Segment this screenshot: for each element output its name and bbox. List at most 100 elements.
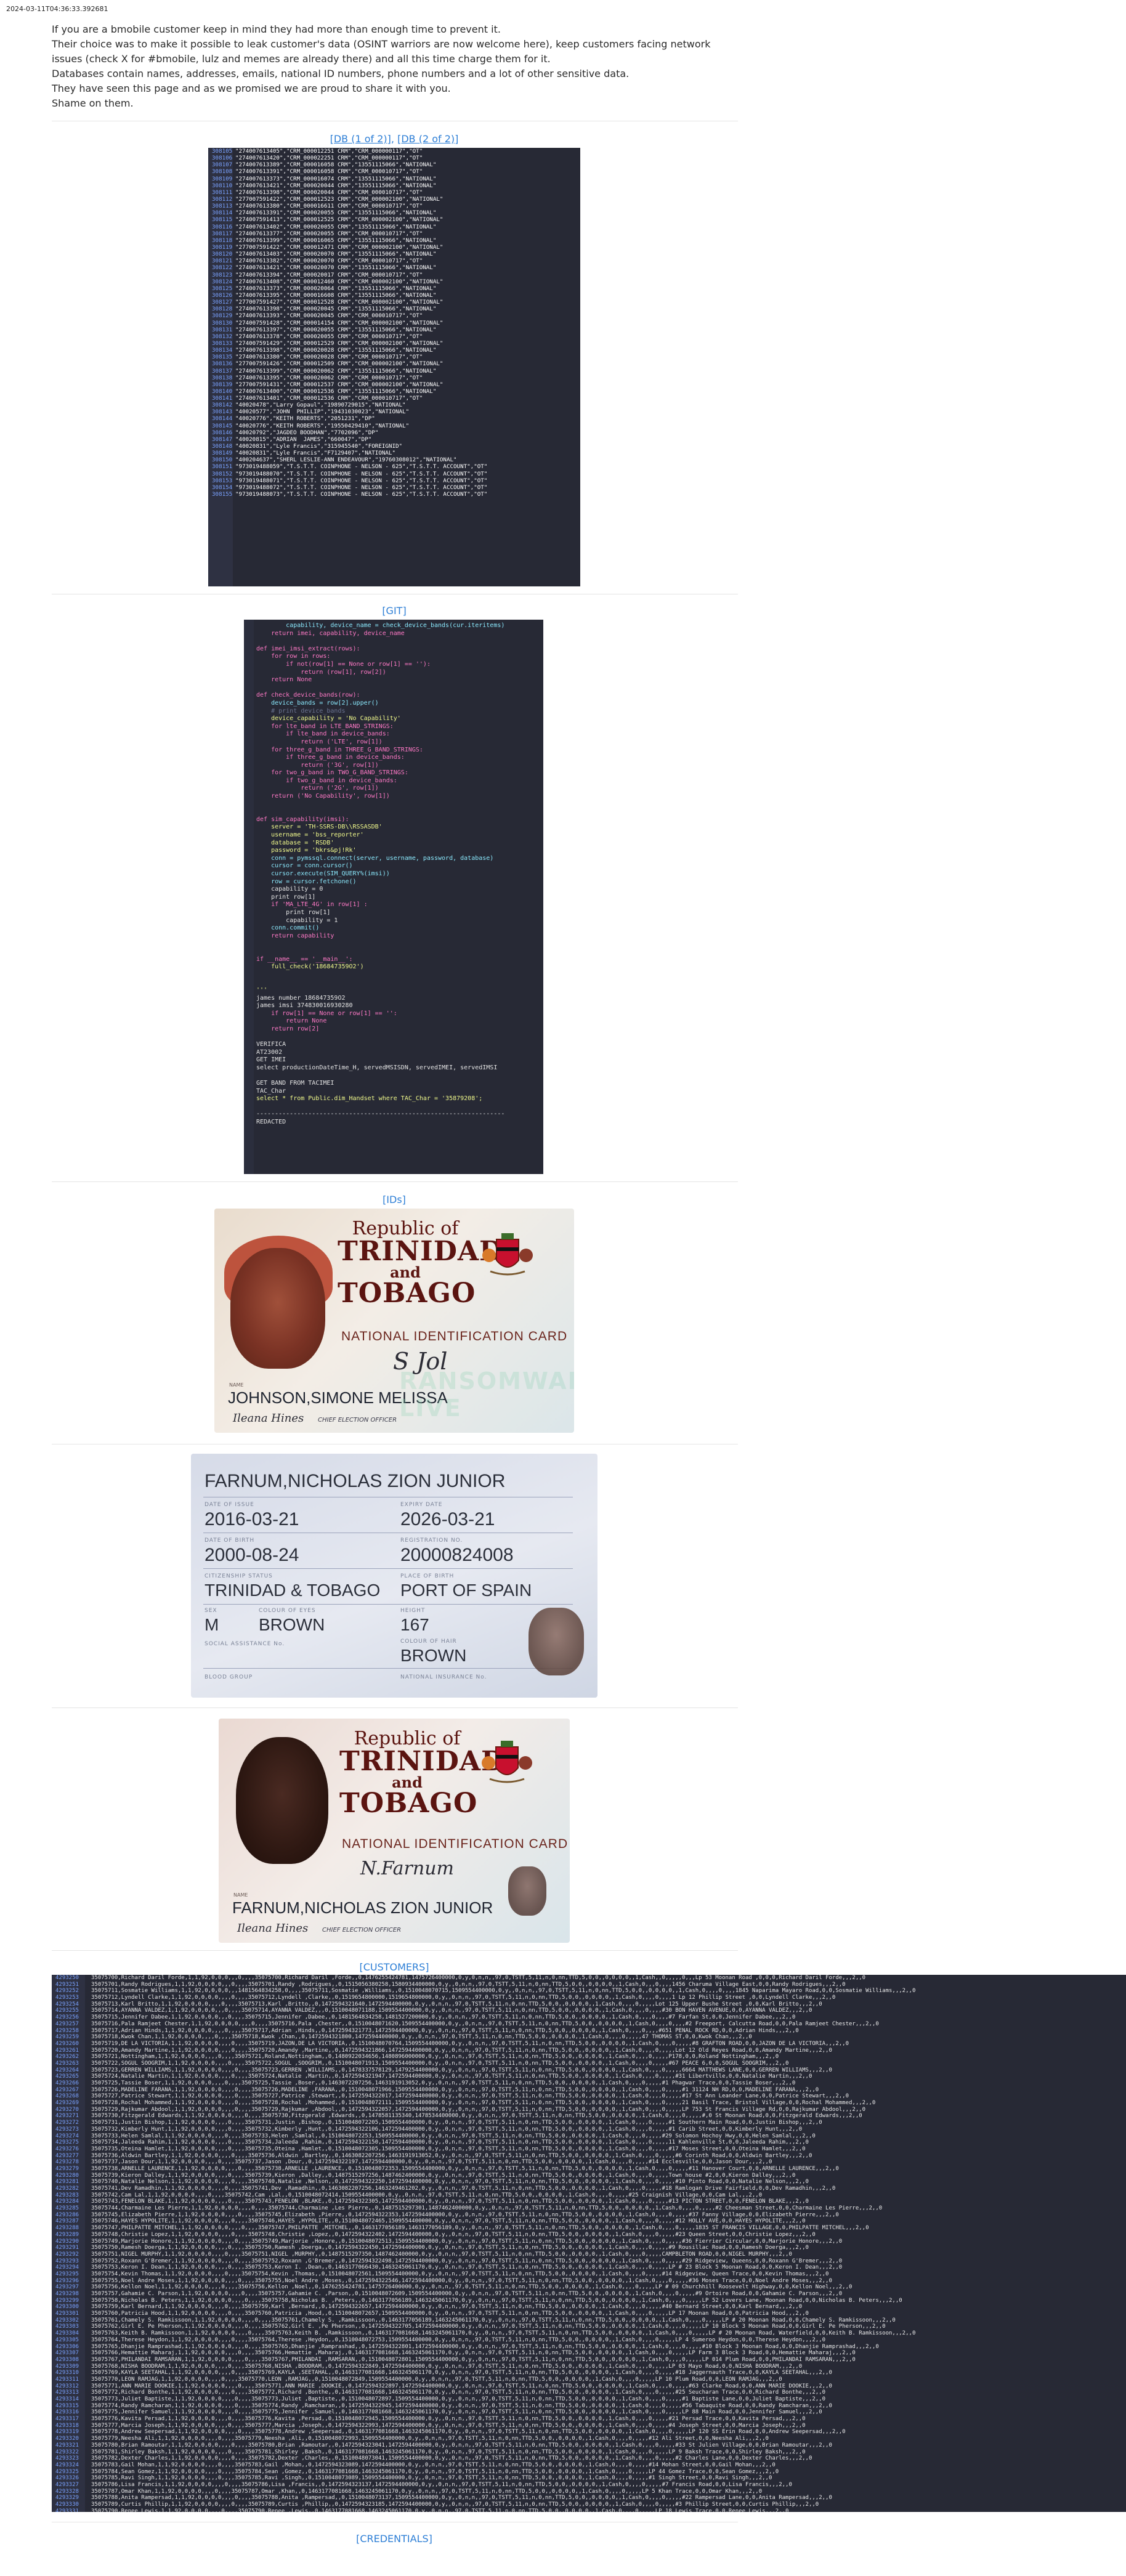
customers-link[interactable]: [CUSTOMERS] <box>359 1961 429 1973</box>
line-number: 308106 <box>212 155 233 162</box>
customer-row: 4293329 35075788,Anita Rampersad,1,1,92,0… <box>52 2495 1126 2501</box>
customer-row: 4293315 35075774,Randy Ramcharan,1,1,92,0… <box>52 2403 1126 2410</box>
customer-row: 4293289 35075748,Christie Lopez,1,1,92,0,… <box>52 2232 1126 2238</box>
line-number: 308105 <box>212 148 233 155</box>
db-row-text: "400204637","SHERL LESLIE-ANN ENDEAVOUR"… <box>235 456 457 464</box>
customer-row: 4293281 35075740,Natalie Nelson,1,1,92,0,… <box>52 2179 1126 2185</box>
customer-row-text: 35075775,Jennifer Samuel,1,1,92,0,0,0,0,… <box>91 2409 822 2416</box>
db-row-text: "40020776","KEITH ROBERTS","2051231","DP… <box>235 415 375 423</box>
customer-row-text: 35075767,PHILANDAI RAMSARAN,1,1,92,0,0,0… <box>91 2356 856 2363</box>
line-number: 4293318 <box>55 2422 79 2429</box>
code-line-text: return ('3G', row[1]) <box>256 761 379 769</box>
line-number: 4293330 <box>55 2501 79 2508</box>
credentials-link[interactable]: [CREDENTIALS] <box>356 2533 432 2545</box>
line-number: 308130 <box>212 319 233 326</box>
line-number: 4293315 <box>55 2402 79 2409</box>
customer-row-text: 35075778,Andrew Seepersad,1,1,92,0,0,0,0… <box>91 2429 846 2436</box>
customer-row: 4293331 35075790,Renee Lewis,1,1,92,0,0,0… <box>52 2508 1126 2512</box>
db-row-text: "973019488072","T.S.T.T. COINPHONE - NEL… <box>235 484 488 491</box>
line-number: 308147 <box>212 435 233 443</box>
ids-link[interactable]: [IDs] <box>383 1194 406 1205</box>
code-line: cursor.execute(SIM_QUERY%(imsi)) <box>244 870 543 878</box>
db-dump-panel: 308105 "274007613405","CRM_000012251 CRM"… <box>208 148 580 586</box>
line-number: 308132 <box>212 333 233 340</box>
code-line: cursor = conn.cursor() <box>244 862 543 870</box>
card-header: Republic of TRINIDAD and TOBAGO <box>338 1220 503 1307</box>
db-row: 308150 "400204637","SHERL LESLIE-ANN ENDE… <box>208 456 580 463</box>
code-line: def imei_imsi_extract(rows): <box>244 646 543 654</box>
line-number: 4293261 <box>55 2047 79 2054</box>
line-number: 4293297 <box>55 2284 79 2291</box>
customer-row: 4293324 35075783,Gail Mohan,1,1,92,0,0,0,… <box>52 2462 1126 2469</box>
db-row: 308128 "274007613398","CRM_000020045 CRM"… <box>208 306 580 312</box>
db-row-text: "274007591429","CRM_000012529 CRM","CRM_… <box>235 339 444 347</box>
customer-row: 4293267 35075726,MADELINE FARANA,1,1,92,0… <box>52 2087 1126 2094</box>
watermark: RANSOMWARE LIVE <box>399 1367 574 1422</box>
social-assistance-label: SOCIAL ASSISTANCE No. <box>205 1641 285 1647</box>
code-line: print row[1] <box>244 909 543 917</box>
customer-row: 4293309 35075768,NISHA BOODRAM,1,1,92,0,0… <box>52 2363 1126 2370</box>
db-link-1[interactable]: [DB (1 of 2)] <box>330 133 391 145</box>
line-number: 308148 <box>212 443 233 450</box>
customer-row: 4293277 35075736,Aldwin Bartley,1,1,92,0,… <box>52 2153 1126 2160</box>
code-line-text: return ('LTE', row[1]) <box>256 738 383 745</box>
customer-row-text: 35075755,Noel Andre Moses,1,1,92,0,0,0,0… <box>91 2277 832 2284</box>
code-line-text: def check_device_bands(row): <box>256 692 360 699</box>
line-number: 4293257 <box>55 2020 79 2027</box>
db-row: 308118 "274007613399","CRM_000016065 CRM"… <box>208 237 580 244</box>
db-row: 308134 "274007613398","CRM_000020028 CRM"… <box>208 347 580 354</box>
code-line: full_check('186847359O2') <box>244 963 543 971</box>
line-number: 4293305 <box>55 2336 79 2343</box>
line-number: 4293279 <box>55 2165 79 2172</box>
line-number: 308115 <box>212 216 233 224</box>
issue-date: 2016-03-21 <box>205 1509 299 1529</box>
customer-row-text: 35075752,Roxann G'Bremer,1,1,92,0,0,0,0,… <box>91 2258 843 2264</box>
customer-row-text: 35075750,Ramesh Doerga,1,1,92,0,0,0,0,,,… <box>91 2245 809 2251</box>
code-line-text: print row[1] <box>256 909 331 916</box>
line-number: 4293260 <box>55 2040 79 2047</box>
code-line-text: VERIFICA <box>256 1041 286 1048</box>
customer-row-text: 35075716,Pala Ramjeet Chester,1,1,92,0,0… <box>91 2020 879 2027</box>
hair-colour-label: COLOUR OF HAIR <box>400 1638 457 1645</box>
customer-row: 4293311 35075770,LEON RAMJAG,1,1,92,0,0,0… <box>52 2376 1126 2383</box>
customer-row: 4293314 35075773,Juliet Baptiste,1,1,92,0… <box>52 2396 1126 2403</box>
db-row-text: "40020831","Lyle Francis","315945540","F… <box>235 443 403 450</box>
customer-row: 4293293 35075752,Roxann G'Bremer,1,1,92,0… <box>52 2258 1126 2265</box>
customer-row-text: 35075724,Natalie Martin,1,1,92,0,0,0,0,,… <box>91 2073 812 2080</box>
db-row: 308121 "274007613382","CRM_000020070 CRM"… <box>208 257 580 264</box>
customer-row-text: 35075723,GERREN WILLIAMS,1,1,92,0,0,0,0,… <box>91 2067 832 2073</box>
db-row-text: "274007613402","CRM_000020055 CRM","1355… <box>235 223 437 230</box>
customer-row: 4293304 35075763,Keith B. Ramkissoon,1,1,… <box>52 2330 1126 2337</box>
customer-row-text: 35075742,Cam Lal,1,1,92,0,0,0,0,,,,0,,,,… <box>91 2192 763 2198</box>
customer-row: 4293284 35075743,FENELON BLAKE,1,1,92,0,0… <box>52 2198 1126 2205</box>
customer-row: 4293273 35075732,Kimberly Hunt,1,1,92,0,0… <box>52 2126 1126 2133</box>
line-number: 4293251 <box>55 1981 79 1988</box>
customer-row-text: 35075761,Chamely S. Ramkissoon,1,1,92,0,… <box>91 2317 896 2323</box>
git-link[interactable]: [GIT] <box>382 605 406 617</box>
code-line: device_bands = row[2].upper() <box>244 700 543 708</box>
db-link-2[interactable]: [DB (2 of 2)] <box>397 133 458 145</box>
line-number: 308129 <box>212 312 233 320</box>
code-line-text: GET IMEI <box>256 1056 286 1064</box>
portrait-photo <box>230 1248 325 1369</box>
db-row: 308105 "274007613405","CRM_000012251 CRM"… <box>208 148 580 155</box>
line-number: 308113 <box>212 203 233 210</box>
code-line: AT23002 <box>244 1049 543 1057</box>
line-number: 308133 <box>212 339 233 347</box>
code-line-text: AT23002 <box>256 1048 283 1056</box>
line-number: 4293308 <box>55 2356 79 2363</box>
customer-row: 4293308 35075767,PHILANDAI RAMSARAN,1,1,9… <box>52 2357 1126 2363</box>
line-number: 4293327 <box>55 2481 79 2488</box>
line-number: 308136 <box>212 360 233 368</box>
customer-row: 4293260 35075719,DE LA VICTORIA,1,1,92,0,… <box>52 2041 1126 2047</box>
db-row-text: "274007613393","CRM_000020045 CRM","CRM_… <box>235 312 423 320</box>
code-line: conn.commit() <box>244 925 543 933</box>
customer-row: 4293288 35075747,PHILPATTE MITCHEL,1,1,92… <box>52 2225 1126 2232</box>
customer-row-text: 35075725,Tassie Boser,1,1,92,0,0,0,0,,,,… <box>91 2080 796 2086</box>
officer-title: CHIEF ELECTION OFFICER <box>322 1927 402 1934</box>
db-row-text: "274007613405","CRM_000012251 CRM","CRM_… <box>235 148 423 155</box>
code-line: james imsi 374830016930280 <box>244 1002 543 1010</box>
customer-row-text: 35075764,Therese Heydon,1,1,92,0,0,0,0,,… <box>91 2336 826 2343</box>
customer-row: 4293269 35075728,Rochal Mohammed,1,1,92,0… <box>52 2100 1126 2107</box>
